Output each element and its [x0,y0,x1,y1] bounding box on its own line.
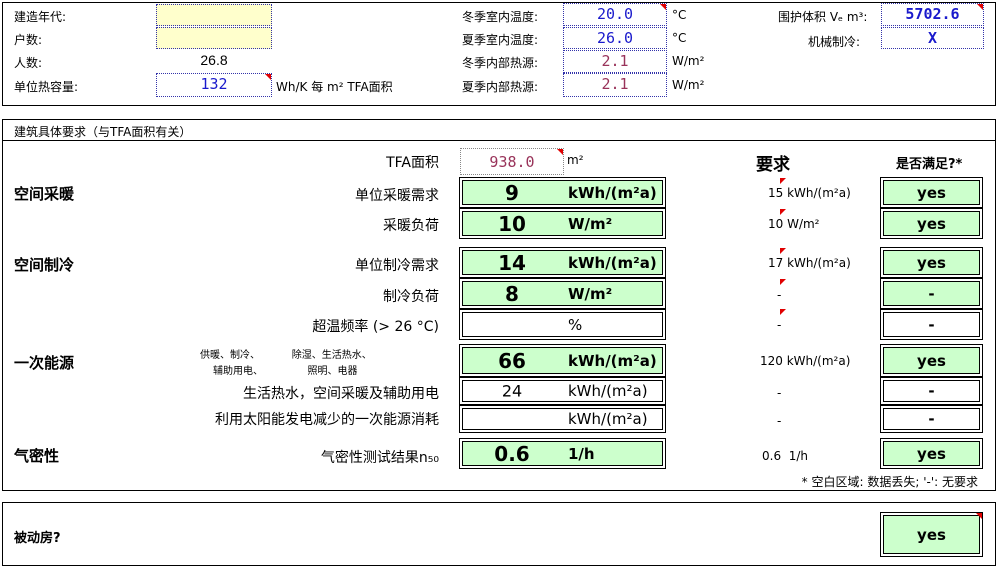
n50-req: 0.6 1/h [762,449,808,463]
n50-label: 气密性测试结果n₅₀ [320,450,439,466]
winter-temp-unit: °C [672,8,687,22]
heat-demand-label: 单位采暖需求 [355,188,439,204]
heat-demand-ok: yes [880,177,983,208]
winter-temp-label: 冬季室内温度: [462,10,539,24]
pe-dhw-value: 24 [501,381,523,401]
footnote: * 空白区域: 数据丢失; '-': 无要求 [801,475,978,489]
cool-load-label: 制冷负荷 [383,289,439,305]
households-label: 户数: [14,33,43,47]
pe-total-ok: yes [880,344,983,377]
pe-total-label-line1: 供暖、制冷、 除湿、生活热水、 [200,350,372,361]
n50-value: 0.6 [494,441,530,466]
heat-demand-req-marker [780,178,786,184]
tfa-unit: m² [567,153,584,167]
heating-section-label: 空间采暖 [14,185,75,203]
primary-section-label: 一次能源 [14,354,75,372]
passive-ok: yes [880,512,983,557]
cool-demand-unit: kWh/(m²a) [568,253,657,272]
cool-load-ok: - [880,278,983,309]
heat-demand-value: 9 [505,180,519,205]
overheat-ok: - [880,309,983,340]
winter-gain-label: 冬季内部热源: [462,56,539,70]
pe-total-value: 66 [498,348,526,373]
pe-total-req: 120 kWh/(m²a) [760,354,851,368]
summer-temp-label: 夏季室内温度: [462,33,539,47]
summer-gain-value: 2.1 [563,73,667,97]
cool-demand-value: 14 [498,250,526,275]
passive-panel [2,502,996,566]
heat-load-unit: W/m² [568,214,613,233]
section-title-divider [2,140,996,141]
passive-label: 被动房? [14,531,61,546]
n50-box: 0.6 1/h [459,438,666,469]
winter-gain-unit: W/m² [672,54,705,68]
heat-capacity-label: 单位热容量: [14,80,79,94]
req-header: 要求 [756,155,790,175]
pe-total-label-line2: 辅助用电、 照明、电器 [213,366,358,377]
pe-solar-unit: kWh/(m²a) [568,410,648,428]
cool-load-value: 8 [505,281,519,306]
heat-load-req: 10 W/m² [768,217,820,231]
overheat-label: 超温频率 (> 26 °C) [312,319,439,335]
winter-temp-input[interactable]: 20.0 [563,3,667,26]
pe-solar-req: - [777,414,782,428]
tfa-value: 938.0 [460,148,564,175]
cool-load-unit: W/m² [568,284,613,303]
pe-dhw-box: 24 kWh/(m²a) [459,377,666,405]
heat-load-box: 10 W/m² [459,208,666,239]
heat-capacity-input[interactable]: 132 [156,73,272,97]
pe-total-unit: kWh/(m²a) [568,351,657,370]
n50-unit: 1/h [568,444,595,463]
mech-cool-input[interactable]: X [881,27,984,49]
heat-load-value: 10 [498,211,526,236]
pe-dhw-ok: - [880,377,983,405]
summer-temp-unit: °C [672,31,687,45]
summer-gain-unit: W/m² [672,78,705,92]
volume-input[interactable]: 5702.6 [881,3,984,26]
meets-header: 是否满足?* [896,157,963,172]
overheat-box: % [459,309,666,340]
cool-demand-label: 单位制冷需求 [355,258,439,274]
cool-demand-req: 17 kWh/(m²a) [768,256,851,270]
occupants-label: 人数: [14,56,43,70]
pe-dhw-req: - [777,386,782,400]
pe-total-box: 66 kWh/(m²a) [459,344,666,377]
summer-gain-label: 夏季内部热源: [462,80,539,94]
mech-cool-label: 机械制冷: [808,35,861,49]
cool-demand-ok: yes [880,247,983,278]
build-year-input[interactable] [156,4,272,26]
cool-load-req-marker [780,279,786,285]
cooling-section-label: 空间制冷 [14,256,75,274]
pe-dhw-label: 生活热水，空间采暖及辅助用电 [243,386,439,402]
cool-demand-box: 14 kWh/(m²a) [459,247,666,278]
cool-demand-req-marker [780,248,786,254]
winter-gain-value: 2.1 [563,50,667,73]
households-input[interactable] [156,27,272,49]
volume-label: 围护体积 Vₑ m³: [778,10,868,24]
build-year-label: 建造年代: [14,10,67,24]
pe-dhw-unit: kWh/(m²a) [568,382,648,400]
overheat-req-marker [780,309,786,315]
heat-load-req-marker [780,209,786,215]
tfa-label: TFA面积 [386,155,439,171]
airtight-section-label: 气密性 [14,447,60,465]
heat-demand-unit: kWh/(m²a) [568,183,657,202]
heat-load-ok: yes [880,208,983,239]
overheat-unit: % [568,315,583,334]
summer-temp-input[interactable]: 26.0 [563,27,667,49]
heat-demand-req: 15 kWh/(m²a) [768,186,851,200]
section-title: 建筑具体要求（与TFA面积有关） [14,125,192,139]
pe-solar-ok: - [880,405,983,433]
occupants-value: 26.8 [200,52,228,68]
cool-load-req: - [777,288,782,302]
heat-load-label: 采暖负荷 [383,218,439,234]
cool-load-box: 8 W/m² [459,278,666,309]
pe-solar-box: kWh/(m²a) [459,405,666,433]
pe-solar-label: 利用太阳能发电减少的一次能源消耗 [215,412,439,428]
heat-demand-box: 9 kWh/(m²a) [459,177,666,208]
overheat-req: - [777,318,782,332]
heat-capacity-unit: Wh/K 每 m² TFA面积 [276,80,393,94]
n50-ok: yes [880,438,983,469]
